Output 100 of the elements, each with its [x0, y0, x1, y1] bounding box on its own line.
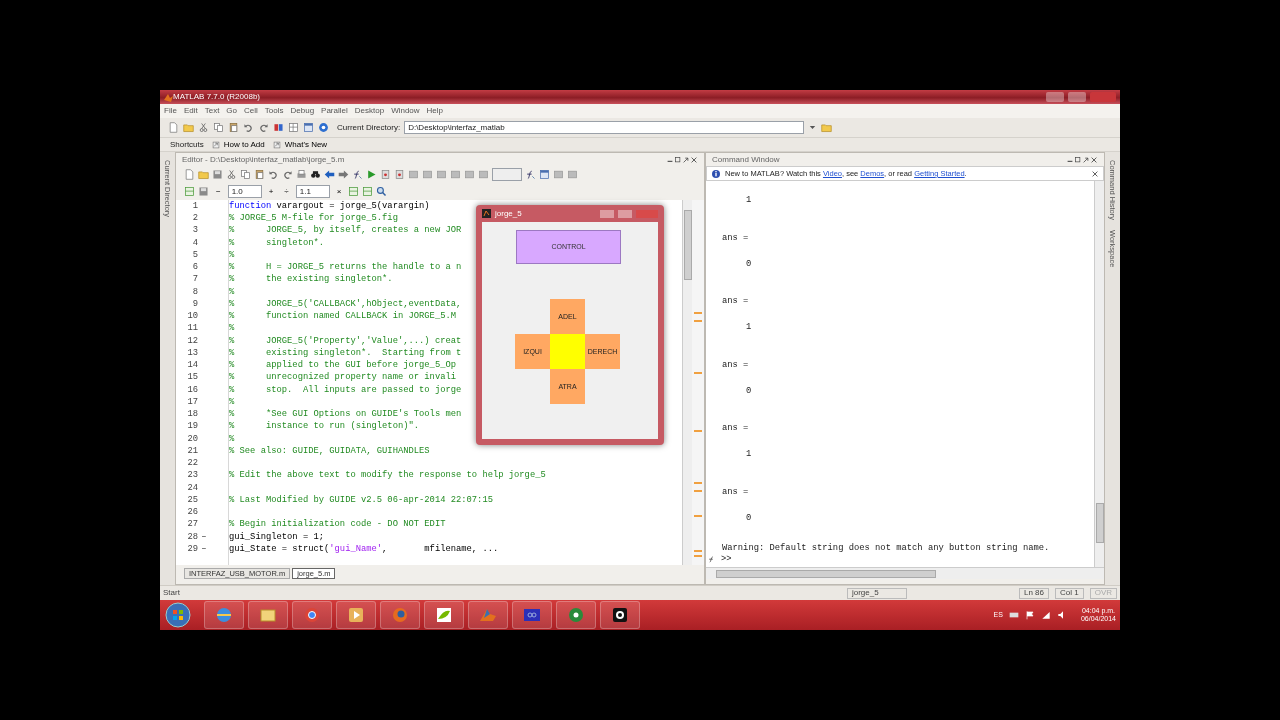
- grid-icon[interactable]: [288, 122, 299, 133]
- restore-icon[interactable]: [674, 155, 682, 164]
- code-line: % JORGE_5('CALLBACK',hObject,eventData,: [229, 298, 462, 310]
- folder-icon[interactable]: [183, 122, 194, 133]
- increase-button[interactable]: +: [264, 186, 278, 197]
- tile-icon[interactable]: [553, 169, 564, 180]
- output-line: ans =: [722, 359, 750, 372]
- step-field[interactable]: 1.0: [227, 185, 262, 198]
- copy-icon[interactable]: [240, 169, 251, 180]
- function-icon[interactable]: [352, 169, 363, 180]
- paste-icon[interactable]: [228, 122, 239, 133]
- camera-icon: [610, 605, 630, 625]
- window-icon[interactable]: [303, 122, 314, 133]
- line-number: 29: [186, 543, 198, 555]
- start-button[interactable]: Start: [163, 587, 180, 599]
- divide-button[interactable]: ÷: [280, 186, 293, 197]
- close-icon[interactable]: [690, 155, 698, 164]
- signal-icon[interactable]: [1040, 610, 1051, 620]
- tile-icon[interactable]: [478, 169, 489, 180]
- keyboard-icon[interactable]: [1008, 610, 1019, 620]
- globe-icon: [214, 605, 234, 625]
- menu-item[interactable]: Edit: [183, 106, 198, 116]
- code-line: % Last Modified by GUIDE v2.5 06-apr-2014 22:07:15: [229, 494, 493, 506]
- menu-item[interactable]: Text: [204, 106, 220, 116]
- line-number: 24: [186, 482, 198, 494]
- magnifier-icon[interactable]: [376, 186, 388, 197]
- disc-icon: [566, 605, 586, 625]
- code-line: %: [229, 323, 235, 334]
- cells-icon[interactable]: [348, 186, 360, 197]
- arrow-left-icon[interactable]: [324, 169, 335, 180]
- swirl-icon: [390, 605, 410, 625]
- menu-item[interactable]: Debug: [290, 106, 315, 116]
- command-prompt[interactable]: >>: [721, 554, 732, 565]
- binoculars-icon[interactable]: [310, 169, 321, 180]
- taskbar-button[interactable]: [600, 601, 640, 629]
- start-orb-icon[interactable]: [164, 601, 192, 629]
- menu-item[interactable]: Tools: [264, 106, 284, 116]
- menu-item[interactable]: Window: [391, 106, 420, 116]
- tile-icon[interactable]: [464, 169, 475, 180]
- menu-item[interactable]: Go: [226, 106, 238, 116]
- menu-item[interactable]: Desktop: [354, 106, 385, 116]
- cells-icon[interactable]: [184, 186, 195, 197]
- restore-icon[interactable]: [1074, 155, 1082, 164]
- cells-icon[interactable]: [362, 186, 374, 197]
- blocks-icon[interactable]: [273, 122, 284, 133]
- directory-field[interactable]: D:\Desktop\interfaz_matlab: [404, 121, 805, 134]
- scrollbar[interactable]: [1094, 181, 1104, 567]
- minimize-button[interactable]: [600, 209, 614, 218]
- tile-icon[interactable]: [436, 169, 447, 180]
- document-icon[interactable]: [184, 169, 195, 180]
- page-icon[interactable]: [380, 169, 391, 180]
- undo-icon[interactable]: [268, 169, 279, 180]
- code-line: % See also: GUIDE, GUIDATA, GUIHANDLES: [229, 445, 430, 457]
- multiply-button[interactable]: ×: [332, 186, 346, 197]
- scissors-icon[interactable]: [226, 169, 237, 180]
- page-icon[interactable]: [394, 169, 405, 180]
- arrow-right-icon[interactable]: [338, 169, 349, 180]
- close-icon[interactable]: [1090, 155, 1098, 164]
- step-field[interactable]: 1.1: [295, 185, 330, 198]
- window-icon[interactable]: [539, 169, 550, 180]
- paste-icon[interactable]: [254, 169, 265, 180]
- shortcut-button[interactable]: What's New: [272, 139, 328, 150]
- scrollbar[interactable]: [706, 567, 1104, 579]
- code-line: % stop. All inputs are passed to jorge: [229, 384, 462, 396]
- scissors-icon[interactable]: [198, 122, 209, 133]
- tile-icon[interactable]: [422, 169, 433, 180]
- menu-item[interactable]: Cell: [244, 106, 258, 116]
- stack-dropdown[interactable]: [492, 168, 522, 181]
- tile-icon[interactable]: [567, 169, 578, 180]
- undock-icon[interactable]: [1082, 155, 1090, 164]
- tile-icon[interactable]: [450, 169, 461, 180]
- redo-icon[interactable]: [282, 169, 293, 180]
- caret-icon[interactable]: [808, 123, 818, 132]
- shortcut-button[interactable]: How to Add: [211, 139, 265, 150]
- undo-icon[interactable]: [243, 122, 254, 133]
- breakpoint-dash[interactable]: –: [198, 543, 210, 555]
- menu-item[interactable]: Parallel: [321, 106, 348, 116]
- line-number: 9: [191, 298, 198, 310]
- function-icon[interactable]: [525, 169, 536, 180]
- flag-icon[interactable]: [1024, 610, 1035, 620]
- breakpoint-dash[interactable]: –: [198, 531, 210, 543]
- menu-item[interactable]: File: [164, 106, 177, 116]
- output-line: ans =: [722, 423, 750, 436]
- code-line: % JORGE_5, by itself, creates a new JOR: [229, 225, 462, 236]
- play-icon[interactable]: [366, 169, 377, 180]
- redo-icon[interactable]: [258, 122, 269, 133]
- help-icon[interactable]: [318, 122, 329, 133]
- decrease-button[interactable]: −: [212, 186, 225, 197]
- restore-button[interactable]: [618, 209, 632, 218]
- code-line: gui_Singleton = 1;: [229, 531, 325, 543]
- document-icon[interactable]: [168, 122, 179, 133]
- folder-icon[interactable]: [198, 169, 209, 180]
- copy-icon[interactable]: [213, 122, 224, 133]
- undock-icon[interactable]: [682, 155, 690, 164]
- line-number: 23: [186, 470, 198, 481]
- panel-title: Command Window: [712, 154, 780, 165]
- tile-icon[interactable]: [408, 169, 419, 180]
- menu-item[interactable]: Help: [426, 106, 444, 116]
- close-icon[interactable]: [1091, 169, 1099, 178]
- code-line: % Begin initialization code - DO NOT EDIT: [229, 519, 446, 530]
